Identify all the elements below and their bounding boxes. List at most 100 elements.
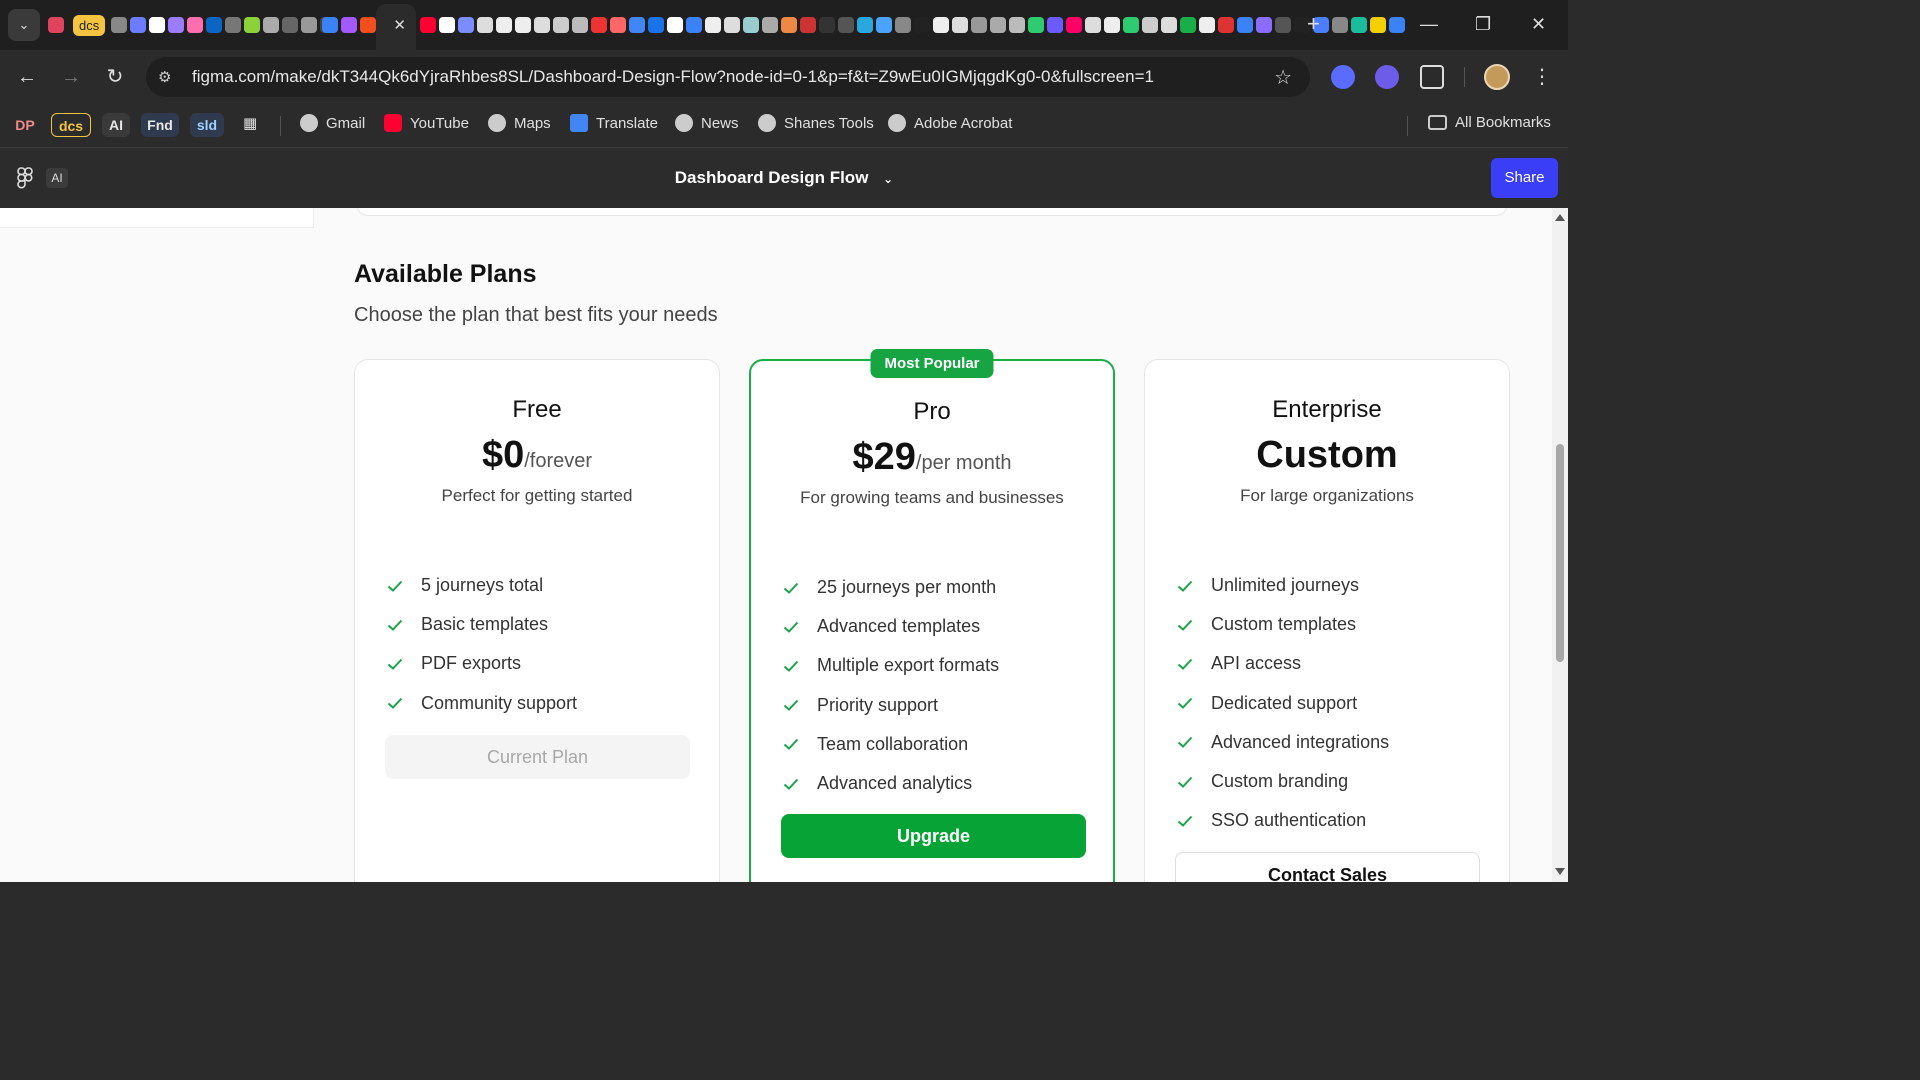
tab-favicon[interactable] (971, 17, 987, 33)
tab-favicon[interactable] (1389, 17, 1405, 33)
tab-favicon[interactable] (591, 17, 607, 33)
tab-favicon[interactable] (705, 17, 721, 33)
tab-favicon[interactable] (1142, 17, 1158, 33)
tab-search-button[interactable]: ⌄ (8, 9, 40, 41)
bookmark-adobe-acrobat[interactable]: Adobe Acrobat (888, 114, 1012, 132)
tab-favicon[interactable] (819, 17, 835, 33)
tab-favicon[interactable] (168, 17, 185, 33)
close-window-icon[interactable]: ✕ (1531, 12, 1546, 36)
all-bookmarks-button[interactable]: All Bookmarks (1428, 114, 1551, 131)
new-tab-button[interactable]: + (1307, 12, 1320, 36)
tab-favicon[interactable] (1199, 17, 1215, 33)
bookmark-chip[interactable]: Fnd (141, 113, 179, 137)
bookmark-translate[interactable]: Translate (570, 114, 658, 132)
tab-favicon[interactable] (1047, 17, 1063, 33)
reload-icon[interactable]: ↻ (102, 64, 128, 90)
tab-favicon[interactable] (743, 17, 759, 33)
tab-favicon[interactable] (341, 17, 357, 33)
bookmark-chip[interactable]: DP (10, 113, 40, 137)
minimize-icon[interactable]: — (1420, 12, 1438, 36)
pinned-tab-icon[interactable] (48, 17, 64, 33)
tab-favicon[interactable] (1351, 17, 1367, 33)
bookmark-shanes-tools[interactable]: Shanes Tools (758, 114, 874, 132)
bookmark-chip[interactable]: dcs (51, 113, 91, 137)
tab-favicon[interactable] (111, 17, 128, 33)
tab-favicon[interactable] (263, 17, 280, 33)
tab-favicon[interactable] (1066, 17, 1082, 33)
bookmark-gmail[interactable]: Gmail (300, 114, 365, 132)
current-plan-button[interactable]: Current Plan (385, 735, 690, 779)
tab-favicon[interactable] (610, 17, 626, 33)
tab-favicon[interactable] (515, 17, 531, 33)
tab-favicon[interactable] (360, 17, 376, 33)
tab-favicon[interactable] (914, 17, 930, 33)
tab-favicon[interactable] (1009, 17, 1025, 33)
scroll-down-arrow-icon[interactable] (1555, 868, 1565, 875)
tab-favicon[interactable] (187, 17, 204, 33)
restore-icon[interactable]: ❐ (1475, 12, 1491, 36)
browser-menu-icon[interactable]: ⋮ (1532, 64, 1552, 89)
share-button[interactable]: Share (1491, 158, 1558, 198)
pinned-tab-dcs[interactable]: dcs (73, 14, 106, 36)
profile-avatar[interactable] (1484, 64, 1510, 90)
address-bar[interactable]: ⚙ figma.com/make/dkT344Qk6dYjraRhbes8SL/… (146, 57, 1310, 97)
tab-favicon[interactable] (1180, 17, 1196, 33)
tab-favicon[interactable] (1275, 17, 1291, 33)
tab-favicon[interactable] (206, 17, 223, 33)
tab-favicon[interactable] (933, 17, 949, 33)
bookmark-chip[interactable]: sld (190, 113, 224, 137)
tab-favicon[interactable] (667, 17, 683, 33)
tab-favicon[interactable] (686, 17, 702, 33)
tab-favicon[interactable] (857, 17, 873, 33)
tab-favicon[interactable] (1104, 17, 1120, 33)
extension-icon[interactable] (1331, 65, 1355, 89)
tab-favicon[interactable] (876, 17, 892, 33)
tab-favicon[interactable] (648, 17, 664, 33)
close-tab-icon[interactable]: ✕ (393, 16, 406, 34)
tab-favicon[interactable] (244, 17, 261, 33)
scroll-up-arrow-icon[interactable] (1555, 214, 1565, 221)
tab-favicon[interactable] (149, 17, 166, 33)
tab-favicon[interactable] (1085, 17, 1101, 33)
tab-favicon[interactable] (458, 17, 474, 33)
tab-favicon[interactable] (1332, 17, 1348, 33)
bookmark-maps[interactable]: Maps (488, 114, 551, 132)
tab-favicon[interactable] (724, 17, 740, 33)
tab-favicon[interactable] (1237, 17, 1253, 33)
bookmark-chip[interactable]: AI (102, 113, 130, 137)
tab-favicon[interactable] (477, 17, 493, 33)
apps-grid-icon[interactable]: ▦ (243, 114, 257, 132)
forward-icon[interactable]: → (58, 64, 84, 90)
tab-favicon[interactable] (990, 17, 1006, 33)
tab-favicon[interactable] (1028, 17, 1044, 33)
tab-favicon[interactable] (762, 17, 778, 33)
scrollbar-thumb[interactable] (1556, 444, 1564, 662)
bookmark-news[interactable]: News (675, 114, 739, 132)
tab-favicon[interactable] (439, 17, 455, 33)
tab-favicon[interactable] (1256, 17, 1272, 33)
tab-favicon[interactable] (952, 17, 968, 33)
extensions-puzzle-icon[interactable] (1420, 65, 1444, 89)
tab-favicon[interactable] (1161, 17, 1177, 33)
tab-favicon[interactable] (572, 17, 588, 33)
bookmark-youtube[interactable]: YouTube (384, 114, 469, 132)
tab-favicon[interactable] (282, 17, 299, 33)
tab-favicon[interactable] (130, 17, 147, 33)
tab-favicon[interactable] (629, 17, 645, 33)
tab-favicon[interactable] (1218, 17, 1234, 33)
site-info-icon[interactable]: ⚙ (158, 68, 171, 86)
tab-favicon[interactable] (420, 17, 436, 33)
tab-favicon[interactable] (1370, 17, 1386, 33)
tab-favicon[interactable] (322, 17, 338, 33)
file-title[interactable]: Dashboard Design Flow ⌄ (0, 168, 1568, 188)
address-url[interactable]: figma.com/make/dkT344Qk6dYjraRhbes8SL/Da… (192, 67, 1154, 87)
tab-favicon[interactable] (781, 17, 797, 33)
tab-favicon[interactable] (496, 17, 512, 33)
bookmark-star-icon[interactable]: ☆ (1274, 65, 1292, 90)
back-icon[interactable]: ← (14, 64, 40, 90)
upgrade-button[interactable]: Upgrade (781, 814, 1086, 858)
tab-favicon[interactable] (895, 17, 911, 33)
tab-favicon[interactable] (838, 17, 854, 33)
active-tab[interactable]: ✕ (376, 4, 416, 50)
tab-favicon[interactable] (1123, 17, 1139, 33)
